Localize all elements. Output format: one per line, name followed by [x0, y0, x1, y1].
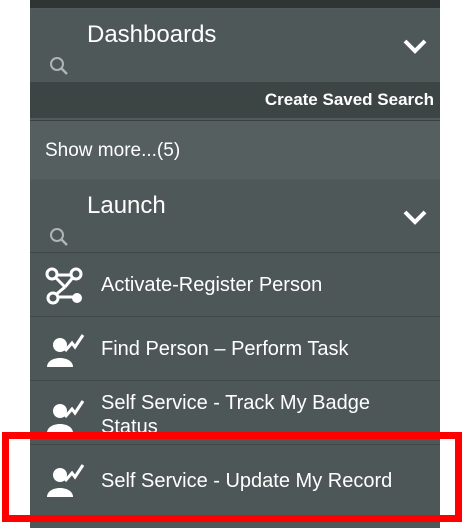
chevron-down-icon[interactable]: [402, 37, 428, 55]
dashboards-section-header[interactable]: Dashboards: [30, 9, 440, 81]
launch-section-header[interactable]: Launch: [30, 180, 440, 252]
top-bar: [30, 0, 440, 8]
saved-search-bar: Create Saved Search: [30, 82, 440, 118]
launch-item-label: Activate-Register Person: [101, 274, 323, 296]
create-saved-search-link[interactable]: Create Saved Search: [265, 90, 434, 110]
search-icon[interactable]: [48, 55, 70, 77]
person-task-icon: [47, 334, 85, 367]
person-task-icon: [47, 400, 85, 433]
show-more-label: Show more...(5): [45, 140, 181, 161]
launch-item-activate-register-person[interactable]: Activate-Register Person: [30, 252, 440, 317]
chevron-down-icon[interactable]: [402, 208, 428, 226]
launch-item-find-person-perform-task[interactable]: Find Person – Perform Task: [30, 316, 440, 381]
dashboards-title: Dashboards: [87, 21, 217, 48]
launch-item-label: Find Person – Perform Task: [101, 338, 349, 360]
workflow-icon: [45, 267, 83, 305]
search-icon[interactable]: [48, 226, 70, 248]
show-more-link[interactable]: Show more...(5): [30, 120, 440, 179]
launch-title: Launch: [87, 192, 166, 219]
highlight-box: [2, 432, 462, 522]
